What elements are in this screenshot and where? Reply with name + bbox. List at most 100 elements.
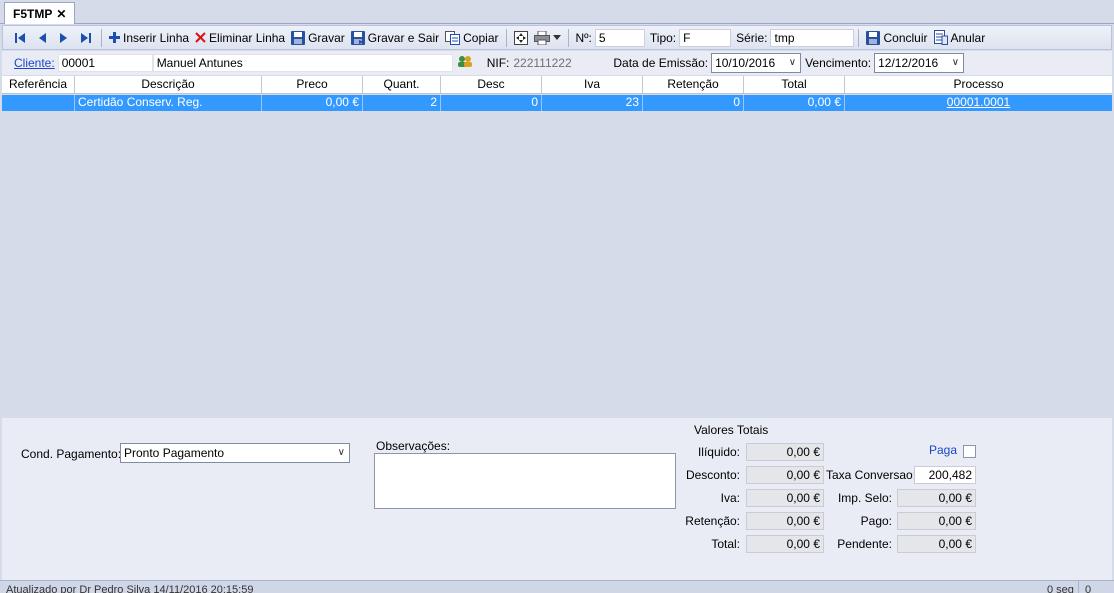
due-date-value: 12/12/2016: [878, 56, 939, 70]
processo-link[interactable]: 00001.0001: [947, 95, 1010, 109]
notes-textarea[interactable]: [374, 453, 676, 509]
conclude-label: Concluir: [883, 30, 928, 45]
conclude-button[interactable]: Concluir: [863, 27, 930, 49]
insert-line-button[interactable]: Inserir Linha: [106, 27, 192, 49]
delete-line-button[interactable]: Eliminar Linha: [192, 27, 288, 49]
document-cancel-icon: [933, 30, 948, 45]
last-icon: [81, 32, 91, 43]
issue-date-picker[interactable]: 10/10/2016 ∨: [711, 53, 802, 73]
notes-label: Observações:: [376, 439, 451, 453]
toolbar-separator: [505, 28, 507, 47]
plus-icon: [109, 32, 120, 43]
client-link[interactable]: Cliente:: [14, 56, 55, 70]
nif-value: 222111222: [513, 56, 572, 70]
total-label: Total:: [711, 537, 740, 551]
next-record-button[interactable]: [53, 27, 75, 49]
issue-date-value: 10/10/2016: [715, 56, 776, 70]
column-header-total[interactable]: Total: [744, 76, 845, 94]
column-header-referencia[interactable]: Referência: [2, 76, 75, 94]
retencao-value: 0,00 €: [746, 512, 824, 530]
taxa-conversao-input[interactable]: 200,482: [914, 466, 976, 484]
record-count-text: 0: [1078, 581, 1091, 593]
cell-processo[interactable]: 00001.0001: [845, 95, 1112, 111]
pago-value: 0,00 €: [897, 512, 976, 530]
save-exit-button[interactable]: Gravar e Sair: [348, 27, 442, 49]
copy-icon: [445, 30, 461, 45]
insert-line-label: Inserir Linha: [123, 30, 190, 45]
previous-record-button[interactable]: [31, 27, 53, 49]
paga-label: Paga: [929, 443, 958, 457]
cell-referencia[interactable]: [2, 95, 75, 111]
table-row[interactable]: Certidão Conserv. Reg. Comercial 0,00 € …: [2, 95, 1112, 111]
toolbar: Inserir Linha Eliminar Linha Gravar Grav…: [2, 25, 1112, 50]
footer-panel: Cond. Pagamento: Pronto Pagamento ∨ Obse…: [2, 418, 1112, 580]
number-label: Nº:: [575, 30, 592, 45]
cell-retencao[interactable]: 0: [643, 95, 744, 111]
payment-condition-value: Pronto Pagamento: [124, 446, 225, 460]
column-header-descricao[interactable]: Descrição: [75, 76, 262, 94]
fullscreen-button[interactable]: [511, 27, 531, 49]
paga-checkbox[interactable]: [963, 445, 976, 458]
column-header-iva[interactable]: Iva: [542, 76, 643, 94]
iva-label: Iva:: [720, 491, 740, 505]
chevron-down-icon[interactable]: ∨: [338, 446, 345, 460]
toolbar-separator: [101, 28, 102, 47]
totals-title: Valores Totais: [694, 423, 769, 437]
total-value: 0,00 €: [746, 535, 824, 553]
grid-header: Referência Descrição Preco Quant. Desc I…: [2, 76, 1112, 94]
next-icon: [60, 32, 67, 43]
retencao-label: Retenção:: [685, 514, 740, 528]
delete-line-label: Eliminar Linha: [209, 30, 286, 45]
cell-preco[interactable]: 0,00 €: [262, 95, 363, 111]
desconto-value: 0,00 €: [746, 466, 824, 484]
column-header-processo[interactable]: Processo: [845, 76, 1112, 94]
payment-condition-label: Cond. Pagamento:: [21, 447, 122, 461]
due-date-label: Vencimento:: [805, 56, 872, 70]
cell-descricao[interactable]: Certidão Conserv. Reg. Comercial: [75, 95, 262, 111]
first-record-button[interactable]: [9, 27, 31, 49]
save-exit-label: Gravar e Sair: [367, 30, 440, 45]
due-date-picker[interactable]: 12/12/2016 ∨: [874, 53, 965, 73]
pago-label: Pago:: [860, 514, 892, 528]
imp-selo-value: 0,00 €: [897, 489, 976, 507]
tab-f5tmp[interactable]: F5TMP ✕: [4, 2, 76, 24]
close-icon[interactable]: ✕: [56, 4, 66, 24]
expand-icon: [513, 30, 528, 45]
copy-button[interactable]: Copiar: [442, 27, 501, 49]
number-input[interactable]: [594, 28, 645, 47]
last-record-button[interactable]: [75, 27, 97, 49]
payment-condition-select[interactable]: Pronto Pagamento ∨: [120, 443, 350, 463]
print-button[interactable]: [531, 27, 564, 49]
previous-icon: [39, 32, 46, 43]
column-header-preco[interactable]: Preco: [262, 76, 363, 94]
chevron-down-icon[interactable]: ∨: [952, 56, 959, 70]
printer-icon: [533, 30, 550, 45]
status-bar: Atualizado por Dr Pedro Silva 14/11/2016…: [0, 580, 1114, 593]
column-header-retencao[interactable]: Retenção: [643, 76, 744, 94]
cell-total[interactable]: 0,00 €: [744, 95, 845, 111]
updated-by-text: Atualizado por Dr Pedro Silva 14/11/2016…: [6, 584, 254, 593]
client-search-button[interactable]: [457, 55, 473, 71]
cancel-document-button[interactable]: Anular: [931, 27, 989, 49]
chevron-down-icon[interactable]: [552, 34, 561, 41]
cell-desc[interactable]: 0: [441, 95, 542, 111]
floppy-exit-icon: [350, 30, 365, 45]
floppy-conclude-icon: [866, 30, 881, 45]
chevron-down-icon[interactable]: ∨: [789, 56, 796, 70]
copy-label: Copiar: [463, 30, 499, 45]
taxa-conversao-label: Taxa Conversao:: [826, 468, 917, 482]
column-header-desc[interactable]: Desc: [441, 76, 542, 94]
type-input[interactable]: [679, 28, 732, 47]
cell-iva[interactable]: 23: [542, 95, 643, 111]
users-icon: [457, 56, 472, 67]
series-input[interactable]: [770, 28, 855, 47]
save-button[interactable]: Gravar: [288, 27, 348, 49]
column-header-quant[interactable]: Quant.: [363, 76, 441, 94]
issue-date-label: Data de Emissão:: [613, 56, 709, 70]
client-name-input[interactable]: [152, 54, 453, 72]
desconto-label: Desconto:: [685, 468, 740, 482]
toolbar-separator: [858, 28, 860, 47]
floppy-icon: [291, 30, 306, 45]
cell-quant[interactable]: 2: [363, 95, 441, 111]
client-code-input[interactable]: [57, 54, 153, 72]
